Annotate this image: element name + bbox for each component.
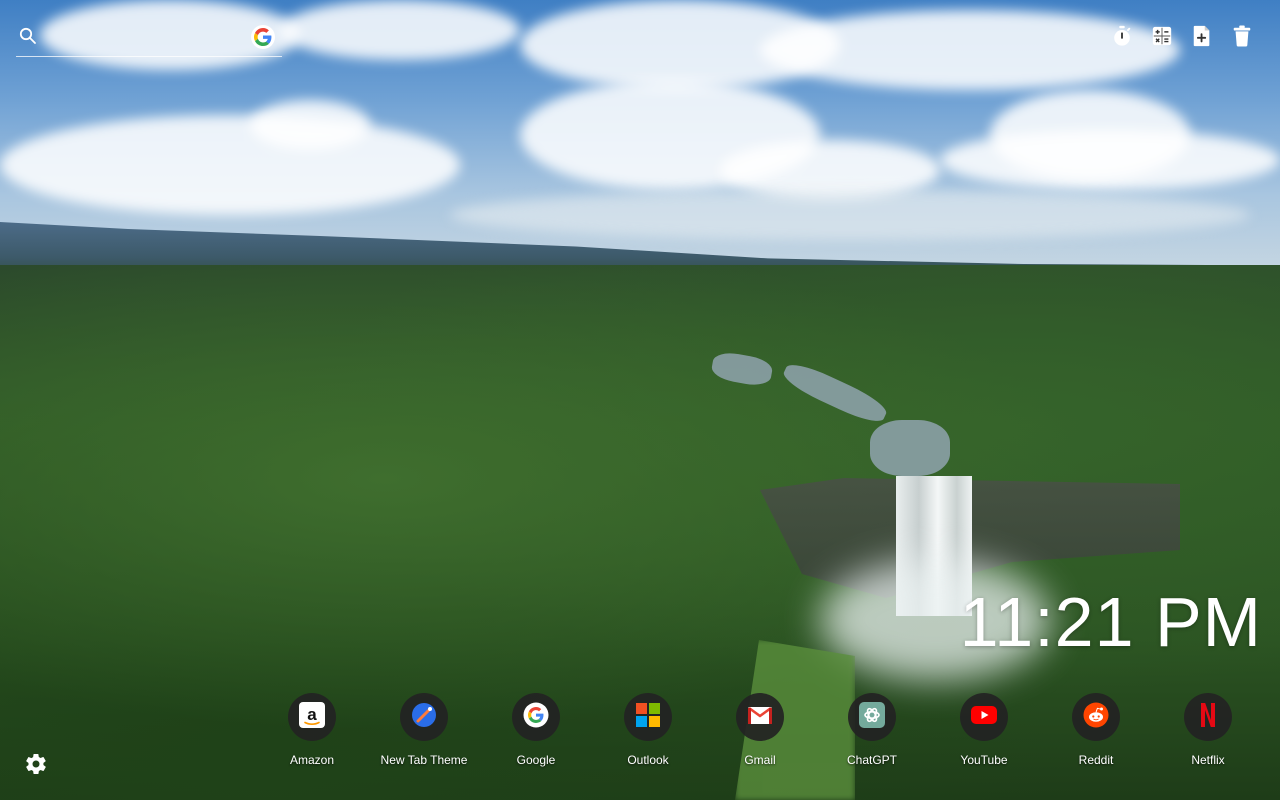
shortcut-youtube[interactable]: YouTube [928, 693, 1040, 767]
microsoft-icon [636, 702, 660, 732]
shortcut-netflix[interactable]: Netflix [1152, 693, 1264, 767]
shortcut-gmail[interactable]: Gmail [704, 693, 816, 767]
shortcut-label: Reddit [1078, 753, 1114, 767]
shortcut-label: Outlook [627, 753, 669, 767]
cloud [760, 10, 1180, 90]
svg-text:a: a [307, 705, 317, 724]
search-input[interactable] [48, 26, 242, 50]
cloud [280, 0, 520, 60]
amazon-icon: a [299, 701, 325, 733]
gear-icon[interactable] [24, 752, 48, 776]
shortcut-chatgpt[interactable]: ChatGPT [816, 693, 928, 767]
shortcut-google[interactable]: Google [480, 693, 592, 767]
trash-icon[interactable] [1230, 24, 1254, 48]
shortcut-label: Amazon [289, 753, 335, 767]
search-bar [16, 22, 282, 57]
shortcut-outlook[interactable]: Outlook [592, 693, 704, 767]
river [870, 420, 950, 476]
google-icon [523, 702, 549, 733]
stopwatch-icon[interactable] [1110, 24, 1134, 48]
shortcut-label: Netflix [1191, 753, 1225, 767]
gmail-icon [748, 705, 772, 730]
cloud [450, 190, 1250, 240]
shortcuts-bar: a Amazon New Tab Theme Google Outlook Gm… [256, 693, 1264, 773]
cloud [0, 115, 460, 215]
clock: 11:21 PM [959, 583, 1262, 661]
google-icon[interactable] [251, 25, 275, 49]
chatgpt-icon [859, 701, 885, 733]
background-wallpaper [0, 0, 1280, 800]
cloud [940, 130, 1280, 190]
reddit-icon [1083, 702, 1109, 733]
shortcut-label: New Tab Theme [380, 753, 468, 767]
calculator-icon[interactable] [1150, 24, 1174, 48]
shortcut-label: Gmail [744, 753, 776, 767]
new-tab-theme-icon [411, 702, 437, 733]
shortcut-amazon[interactable]: a Amazon [256, 693, 368, 767]
shortcut-new-tab-theme[interactable]: New Tab Theme [368, 693, 480, 767]
shortcut-label: Google [516, 753, 556, 767]
toolbar [1110, 24, 1254, 48]
netflix-icon [1200, 702, 1216, 733]
search-icon[interactable] [19, 27, 37, 45]
shortcut-label: YouTube [960, 753, 1008, 767]
add-note-icon[interactable] [1190, 24, 1214, 48]
youtube-icon [971, 705, 997, 729]
shortcut-reddit[interactable]: Reddit [1040, 693, 1152, 767]
shortcut-label: ChatGPT [846, 753, 897, 767]
